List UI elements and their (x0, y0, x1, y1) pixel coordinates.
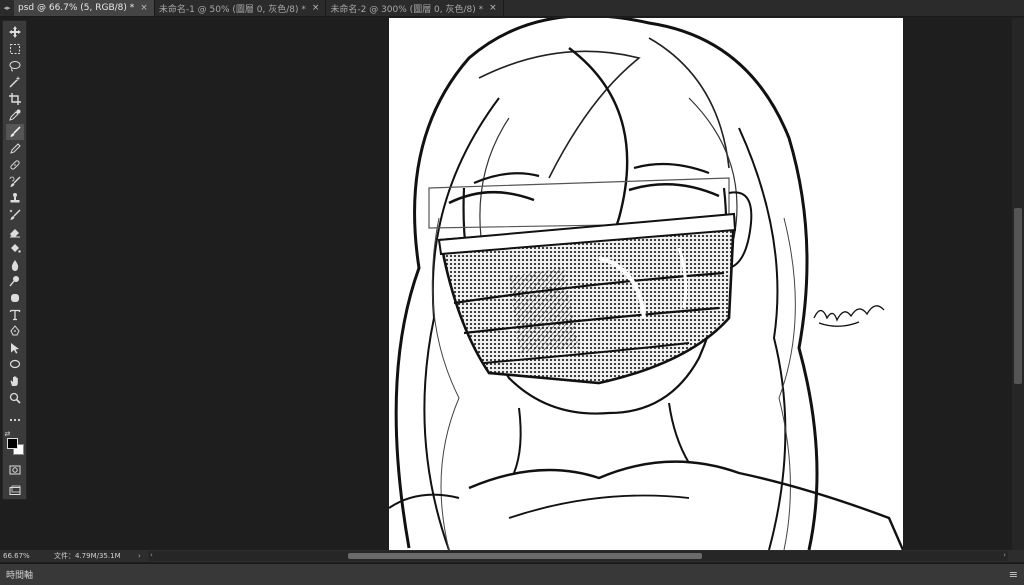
horizontal-scroll-thumb[interactable] (348, 553, 702, 559)
tools-panel: ⇄ (2, 20, 27, 500)
tab-untitled-1[interactable]: 未命名-1 @ 50% (圖層 0, 灰色/8) * × (155, 0, 327, 16)
eraser-icon[interactable] (6, 223, 24, 240)
tab-label: psd @ 66.7% (5, RGB/8) * (18, 3, 135, 13)
close-icon[interactable]: × (140, 3, 148, 13)
timeline-tab[interactable]: 時間軸 (6, 568, 33, 581)
pencil-tool-icon[interactable] (6, 140, 24, 157)
document-tab-bar: ◂▸ psd @ 66.7% (5, RGB/8) * × 未命名-1 @ 50… (0, 0, 1024, 17)
close-icon[interactable]: × (489, 3, 497, 13)
screen-mode-icon[interactable] (6, 482, 24, 499)
pen-tool-icon[interactable] (6, 323, 24, 340)
panel-collapse-button[interactable]: ◂▸ (0, 0, 14, 16)
ellipse-tool-icon[interactable] (6, 356, 24, 373)
lasso-tool-icon[interactable] (6, 57, 24, 74)
paint-bucket-icon[interactable] (6, 240, 24, 257)
color-swatches: ⇄ (5, 430, 25, 456)
scroll-right-arrow[interactable]: › (1003, 551, 1006, 559)
document-info: 文件：4.79M/35.1M (54, 552, 121, 560)
spot-healing-icon[interactable] (6, 157, 24, 174)
clone-stamp-icon[interactable] (6, 190, 24, 207)
scroll-left-arrow[interactable]: ‹ (150, 551, 153, 559)
zoom-level[interactable]: 66.67% (0, 552, 48, 560)
marquee-tool-icon[interactable] (6, 41, 24, 58)
art-history-icon[interactable] (6, 207, 24, 224)
foreground-color-swatch[interactable] (6, 438, 18, 450)
photoshop-window: ◂▸ psd @ 66.7% (5, RGB/8) * × 未命名-1 @ 50… (0, 0, 1024, 585)
horizontal-scrollbar[interactable]: ‹ › (148, 551, 1008, 561)
eyedropper-icon[interactable] (6, 107, 24, 124)
tab-label: 未命名-1 @ 50% (圖層 0, 灰色/8) * (158, 4, 306, 15)
history-brush-icon[interactable] (6, 173, 24, 190)
path-selection-icon[interactable] (6, 340, 24, 357)
crop-tool-icon[interactable] (6, 90, 24, 107)
vertical-scroll-thumb[interactable] (1014, 208, 1022, 384)
close-icon[interactable]: × (312, 3, 320, 13)
magic-wand-icon[interactable] (6, 74, 24, 91)
swap-colors-icon[interactable]: ⇄ (5, 430, 11, 438)
canvas-workspace (28, 18, 1012, 550)
panel-menu-icon[interactable]: ≡ (1009, 568, 1018, 581)
hand-tool-icon[interactable] (6, 373, 24, 390)
timeline-panel: 時間軸 ≡ (0, 563, 1024, 585)
tab-untitled-2[interactable]: 未命名-2 @ 300% (圖層 0, 灰色/8) * × (326, 0, 504, 16)
brush-tool-icon[interactable] (5, 123, 24, 141)
zoom-tool-icon[interactable] (6, 389, 24, 406)
status-bar: 66.67% 文件：4.79M/35.1M › ‹ › (0, 550, 1024, 562)
tab-psd[interactable]: psd @ 66.7% (5, RGB/8) * × (14, 0, 155, 16)
document-canvas[interactable] (389, 18, 903, 550)
dodge-tool-icon[interactable] (6, 273, 24, 290)
move-tool-icon[interactable] (6, 24, 24, 41)
type-tool-icon[interactable] (6, 306, 24, 323)
status-menu-arrow[interactable]: › (138, 552, 148, 560)
tab-label: 未命名-2 @ 300% (圖層 0, 灰色/8) * (330, 4, 484, 15)
line-art-illustration (389, 18, 903, 550)
blur-tool-icon[interactable] (6, 257, 24, 274)
more-tools-icon[interactable] (6, 412, 24, 429)
quick-mask-icon[interactable] (6, 462, 24, 479)
sponge-tool-icon[interactable] (6, 290, 24, 307)
vertical-scrollbar[interactable] (1012, 18, 1024, 550)
